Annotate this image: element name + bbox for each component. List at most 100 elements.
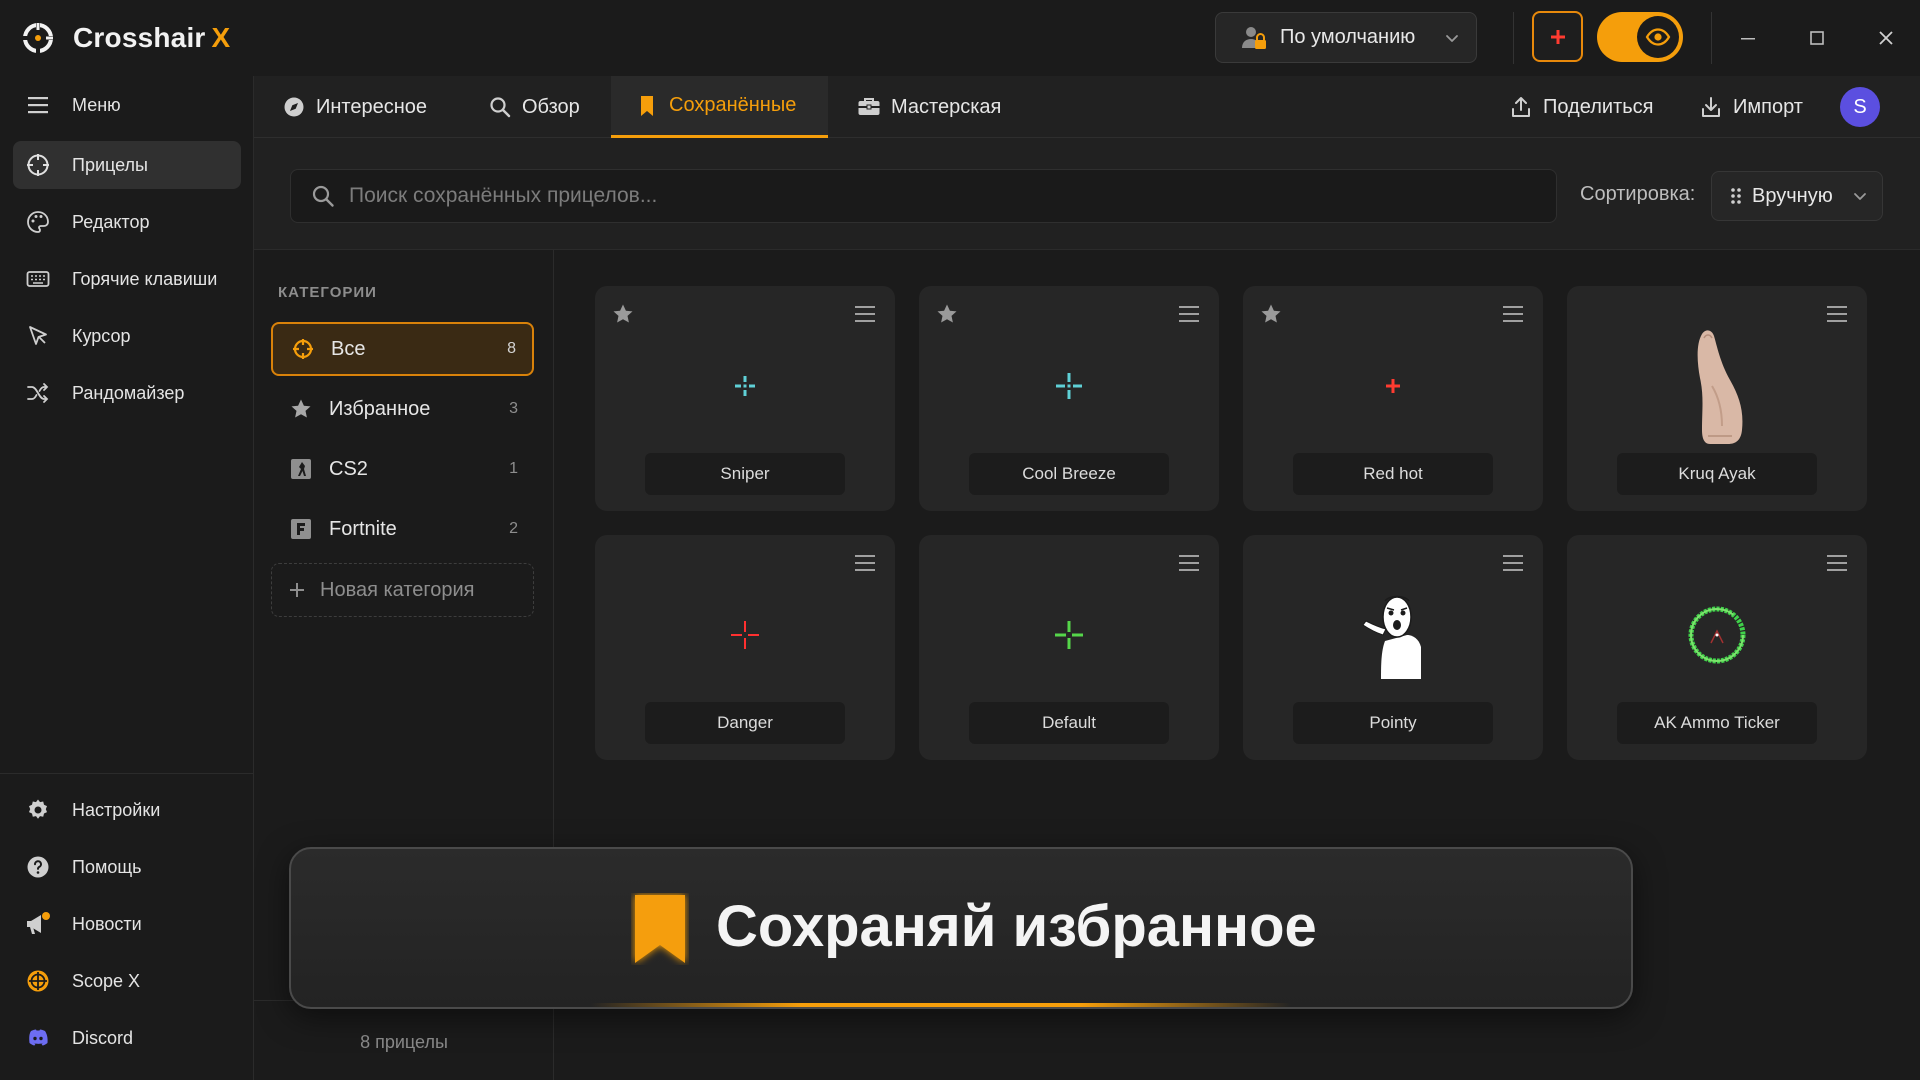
star-icon[interactable] (612, 303, 634, 325)
crosshair-card-red-hot[interactable]: Red hot (1243, 286, 1543, 511)
cs2-icon (289, 457, 313, 481)
bookmark-icon (635, 895, 685, 963)
avatar-letter: S (1853, 95, 1867, 118)
sidebar-item-scope-x[interactable]: Scope X (13, 957, 241, 1005)
hamburger-menu-icon[interactable] (854, 305, 876, 323)
crosshair-name: AK Ammo Ticker (1617, 702, 1817, 744)
sidebar-item-label: Горячие клавиши (72, 268, 218, 289)
sidebar-item-label: Scope X (72, 970, 141, 991)
hamburger-menu-icon[interactable] (854, 554, 876, 572)
sidebar-item-crosshairs[interactable]: Прицелы (13, 141, 241, 189)
hamburger-menu-icon[interactable] (1826, 305, 1848, 323)
hamburger-menu-icon[interactable] (1178, 554, 1200, 572)
hamburger-menu-icon[interactable] (1826, 554, 1848, 572)
new-category-button[interactable]: Новая категория (271, 563, 534, 617)
sort-select[interactable]: Вручную (1711, 171, 1883, 221)
crosshair-count: 8 прицелы (360, 1032, 448, 1052)
crosshair-preview (645, 570, 845, 700)
crosshair-card-kruq-ayak[interactable]: Kruq Ayak (1567, 286, 1867, 511)
app-window: Crosshair X По умолчанию Меню Прицелы Ре… (0, 0, 1920, 1080)
tab-workshop[interactable]: Мастерская (857, 76, 1001, 138)
category-count: 2 (509, 520, 518, 537)
crosshair-name: Red hot (1293, 453, 1493, 495)
user-avatar[interactable]: S (1840, 87, 1880, 127)
close-button[interactable] (1868, 20, 1904, 56)
share-button[interactable]: Поделиться (1509, 76, 1653, 138)
hamburger-icon (25, 92, 51, 118)
category-all[interactable]: Все 8 (271, 322, 534, 376)
compass-icon (282, 95, 306, 119)
star-icon[interactable] (936, 303, 958, 325)
profile-select[interactable]: По умолчанию (1215, 12, 1477, 63)
tab-label: Мастерская (891, 95, 1002, 118)
tab-label: Сохранённые (669, 94, 797, 116)
sidebar-item-hotkeys[interactable]: Горячие клавиши (13, 255, 241, 303)
plus-crosshair-icon (1386, 379, 1400, 393)
crosshair-preview (969, 321, 1169, 451)
search-box[interactable] (290, 169, 1557, 223)
category-cs2[interactable]: CS2 1 (271, 442, 534, 496)
sidebar-item-label: Прицелы (72, 154, 148, 175)
plus-icon (290, 583, 304, 597)
sidebar-item-help[interactable]: Помощь (13, 843, 241, 891)
crosshair-toggle[interactable] (1597, 12, 1683, 62)
star-icon[interactable] (1260, 303, 1282, 325)
crosshair-card-cool-breeze[interactable]: Cool Breeze (919, 286, 1219, 511)
category-label: Избранное (329, 397, 431, 420)
crosshair-card-default[interactable]: Default (919, 535, 1219, 760)
titlebar: Crosshair X По умолчанию (0, 0, 1920, 76)
sidebar-item-news[interactable]: Новости (13, 900, 241, 948)
crosshair-preview (969, 570, 1169, 700)
crosshair-card-pointy[interactable]: Pointy (1243, 535, 1543, 760)
tab-featured[interactable]: Интересное (282, 76, 427, 138)
crosshair-card-sniper[interactable]: Sniper (595, 286, 895, 511)
thin-cross-crosshair-icon (1055, 621, 1083, 649)
sidebar-item-randomizer[interactable]: Рандомайзер (13, 369, 241, 417)
sidebar-item-discord[interactable]: Discord (13, 1014, 241, 1062)
category-count: 3 (509, 400, 518, 417)
minimize-icon (1741, 38, 1755, 40)
sidebar-item-menu[interactable]: Меню (13, 81, 241, 129)
search-input[interactable] (349, 184, 1529, 208)
megaphone-icon (25, 911, 51, 937)
add-crosshair-button[interactable] (1532, 11, 1583, 62)
crosshair-card-ak-ammo-ticker[interactable]: AK Ammo Ticker (1567, 535, 1867, 760)
crosshair-name: Sniper (645, 453, 845, 495)
tab-label: Обзор (522, 95, 580, 118)
help-icon (25, 854, 51, 880)
star-icon (289, 397, 313, 421)
sidebar-item-settings[interactable]: Настройки (13, 786, 241, 834)
tab-browse[interactable]: Обзор (488, 76, 580, 138)
discord-icon (25, 1025, 51, 1051)
dot-cross-crosshair-icon (1056, 373, 1082, 399)
sidebar-item-label: Discord (72, 1027, 134, 1048)
minimize-button[interactable] (1730, 20, 1766, 56)
maximize-button[interactable] (1799, 20, 1835, 56)
drag-grid-icon (1731, 188, 1741, 204)
upload-icon (1509, 95, 1533, 119)
sidebar-item-editor[interactable]: Редактор (13, 198, 241, 246)
sidebar-item-label: Помощь (72, 856, 142, 877)
crosshair-card-danger[interactable]: Danger (595, 535, 895, 760)
app-brand: Crosshair X (73, 22, 231, 53)
hamburger-menu-icon[interactable] (1502, 305, 1524, 323)
shuffle-icon (25, 380, 51, 406)
crosshair-name: Cool Breeze (969, 453, 1169, 495)
category-favorites[interactable]: Избранное 3 (271, 382, 534, 436)
scope-icon (25, 968, 51, 994)
chevron-down-icon (1854, 193, 1866, 200)
share-label: Поделиться (1543, 95, 1654, 118)
maximize-icon (1810, 31, 1824, 45)
sidebar-item-cursor[interactable]: Курсор (13, 312, 241, 360)
hamburger-menu-icon[interactable] (1502, 554, 1524, 572)
palette-icon (25, 209, 51, 235)
dot-cross-crosshair-icon (735, 376, 755, 396)
category-fortnite[interactable]: Fortnite 2 (271, 502, 534, 556)
category-count: 1 (509, 460, 518, 477)
download-icon (1699, 95, 1723, 119)
hamburger-menu-icon[interactable] (1178, 305, 1200, 323)
crosshair-name: Default (969, 702, 1169, 744)
tab-saved[interactable]: Сохранённые (611, 76, 828, 138)
import-button[interactable]: Импорт (1699, 76, 1803, 138)
tab-bar: Интересное Обзор Сохранённые Мастерская … (254, 76, 1920, 138)
